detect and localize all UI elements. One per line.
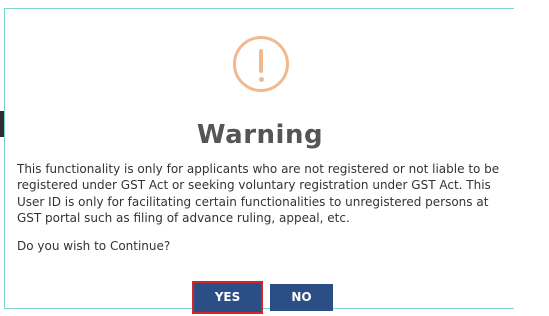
no-button[interactable]: NO xyxy=(270,284,333,311)
dialog-title: Warning xyxy=(196,120,324,150)
warning-dialog: Warning This functionality is only for a… xyxy=(4,8,514,312)
exclamation-bar xyxy=(259,49,263,73)
yes-button[interactable]: YES xyxy=(194,283,261,312)
dialog-question: Do you wish to Continue? xyxy=(17,239,171,253)
dialog-message: This functionality is only for applicant… xyxy=(17,162,500,226)
warning-exclamation-icon xyxy=(233,36,289,92)
screen: Warning This functionality is only for a… xyxy=(0,0,549,316)
exclamation-dot xyxy=(258,77,264,82)
